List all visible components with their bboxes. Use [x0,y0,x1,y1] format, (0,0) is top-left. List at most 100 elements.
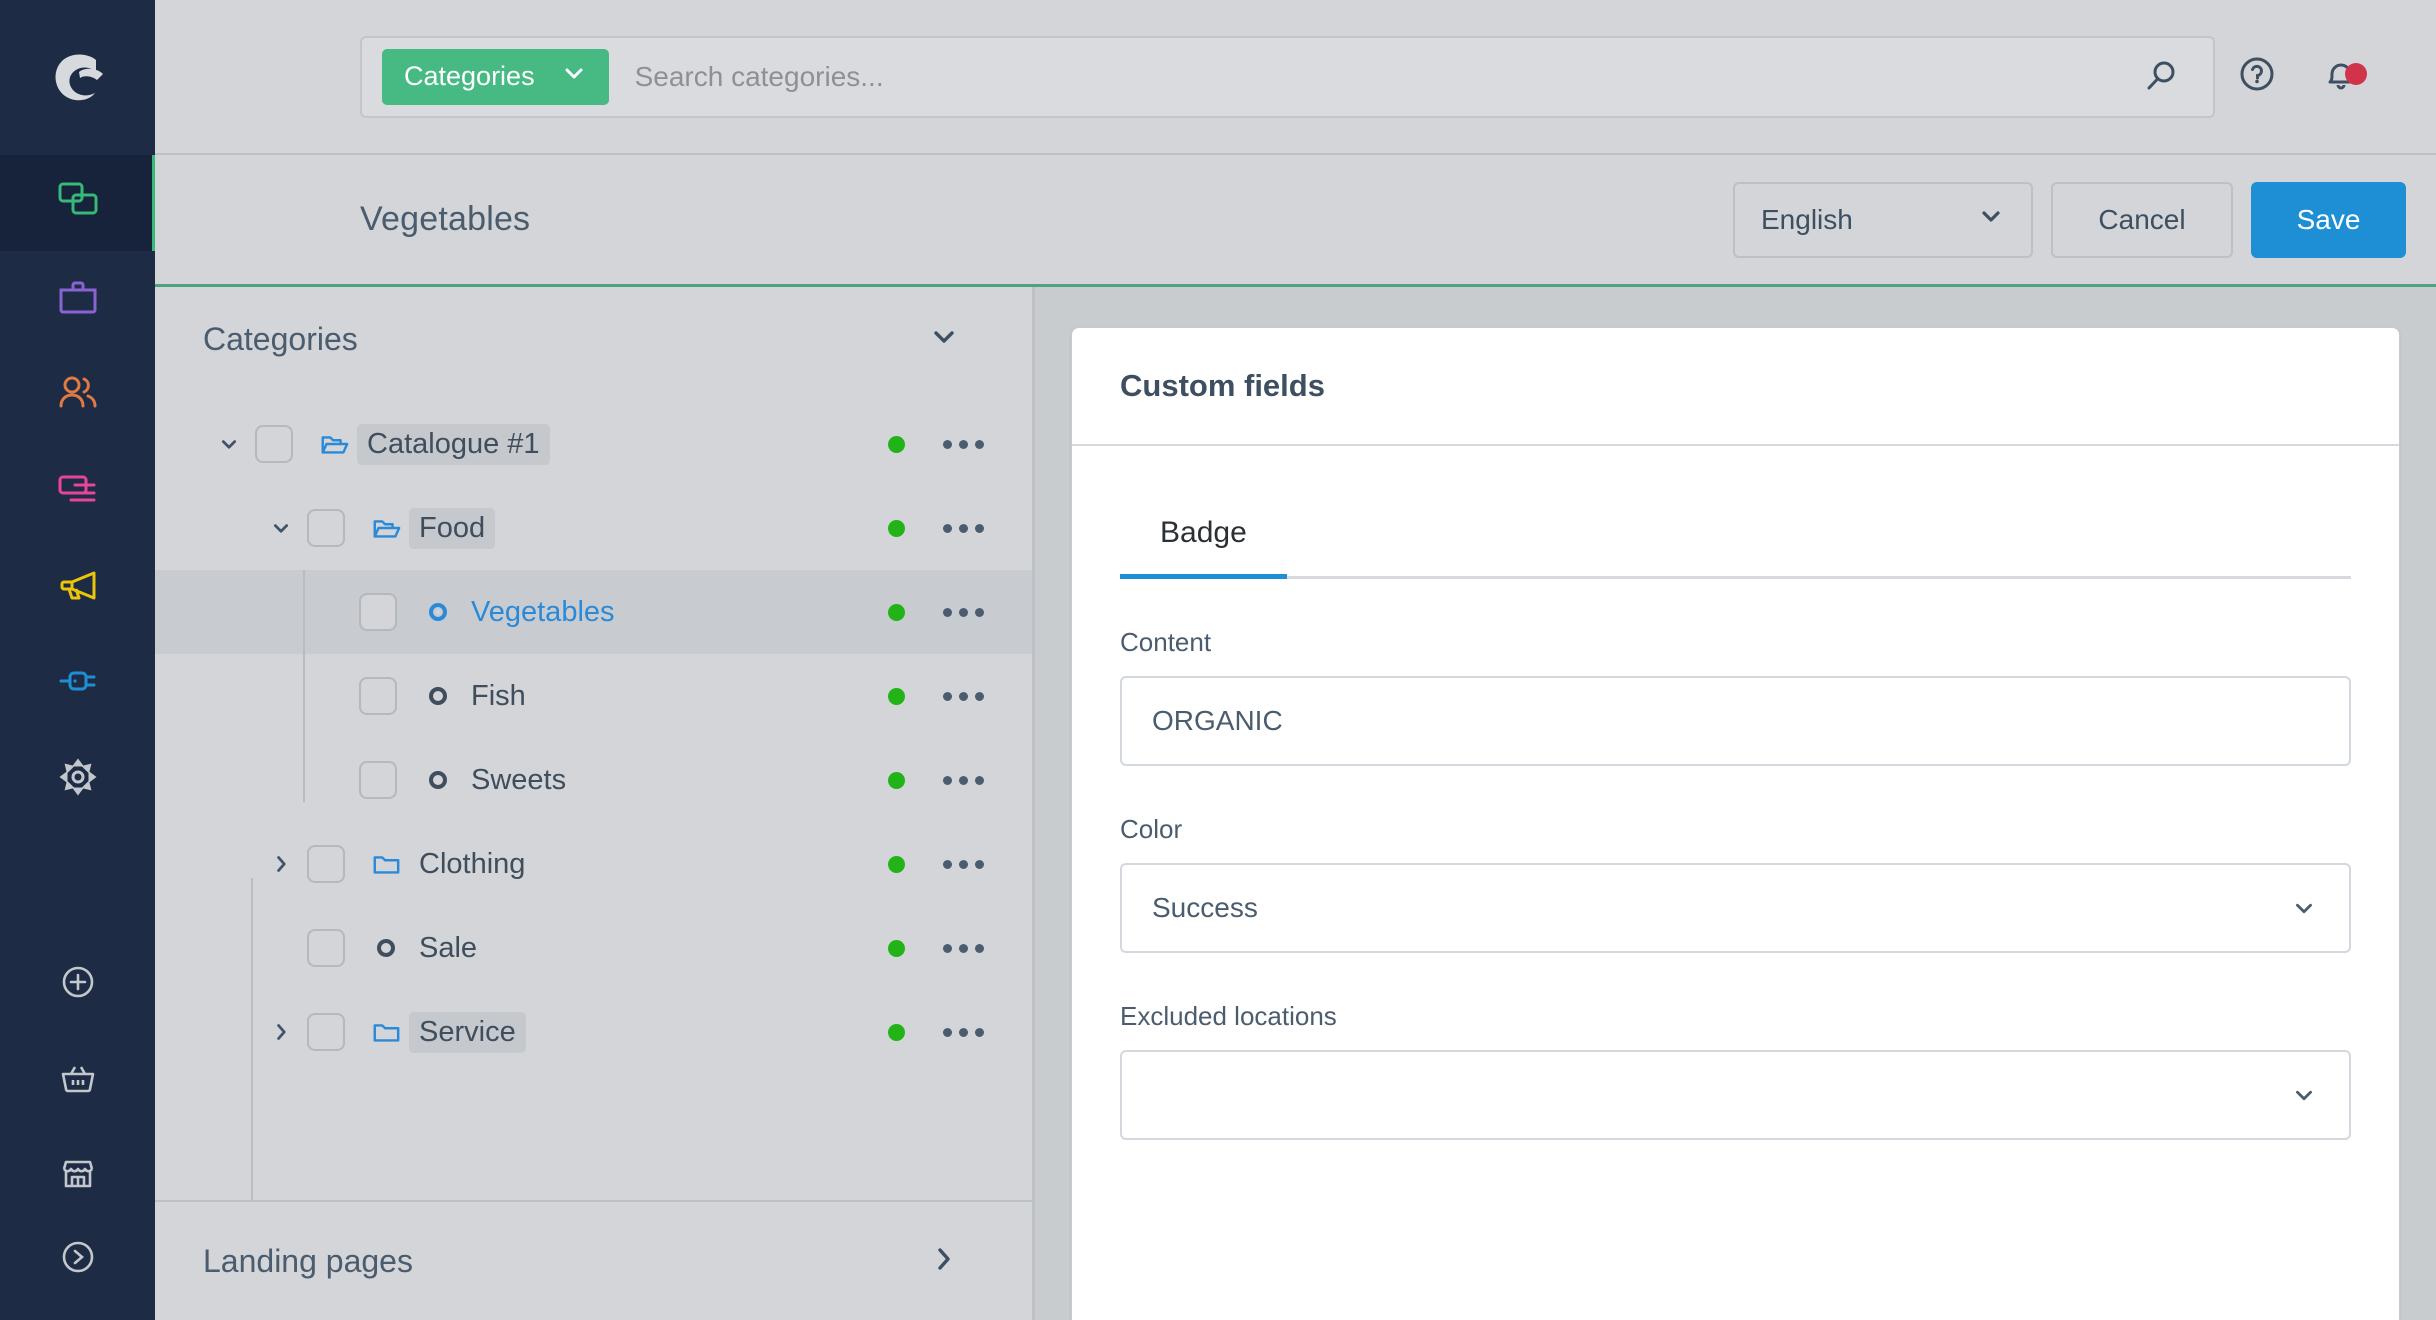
tree-guide-line [303,570,305,802]
sidebar-item-customers[interactable] [0,347,155,443]
tree-row-label[interactable]: Food [409,507,496,549]
global-search-container[interactable]: Categories [360,35,2215,118]
page-header-actions: English Cancel Save [1733,181,2406,258]
more-dots-icon[interactable] [943,859,984,869]
landing-pages-title: Landing pages [203,1242,413,1279]
sidebar-item-basket[interactable] [0,1032,155,1128]
tree-row-checkbox[interactable] [359,761,397,799]
form-field: Content ORGANIC [1120,627,2351,766]
category-tree-title: Categories [203,321,358,357]
search-icon[interactable] [2119,56,2203,98]
tree-row-label[interactable]: Sweets [461,760,576,801]
tree-row-actions [888,687,984,705]
tree-row[interactable]: Food [155,486,1032,570]
form-field: Color Success [1120,814,2351,953]
more-dots-icon[interactable] [943,1027,984,1037]
sidebar-item-add[interactable] [0,936,155,1032]
tree-guide-line [251,878,253,1200]
expand-chevron-right-icon [57,1236,99,1283]
tree-row-actions [888,1023,984,1041]
excluded-locations-select[interactable] [1120,1050,2351,1140]
detail-area: Custom fields Badge Content ORGANIC Color S… [1035,287,2436,1320]
help-button[interactable] [2215,51,2299,102]
shopware-logo-icon[interactable] [0,0,155,155]
search-input[interactable] [608,60,2119,93]
notification-badge-dot [2345,63,2367,85]
more-dots-icon[interactable] [943,943,984,953]
color-select[interactable]: Success [1120,863,2351,953]
language-switch-value: English [1761,203,1853,235]
more-dots-icon[interactable] [943,691,984,701]
chevron-right-icon[interactable] [928,1243,960,1280]
more-dots-icon[interactable] [943,439,984,449]
add-circle-icon [57,961,99,1008]
page-header: Vegetables English Cancel Save [155,155,2436,287]
save-button[interactable]: Save [2251,181,2406,258]
chevron-down-icon[interactable] [255,515,307,541]
field-label: Content [1120,627,1212,657]
cancel-button[interactable]: Cancel [2051,181,2233,258]
search-scope-selector[interactable]: Categories [382,48,609,105]
sidebar-item-extensions[interactable] [0,635,155,731]
sidebar-item-expand[interactable] [0,1224,155,1320]
chevron-down-icon[interactable] [203,431,255,457]
save-button-label: Save [2296,203,2361,235]
sidebar-item-marketing[interactable] [0,539,155,635]
tree-row-label[interactable]: Fish [461,676,536,717]
tree-row[interactable]: Fish [155,654,1032,738]
tree-row-checkbox[interactable] [307,929,345,967]
category-tree-header[interactable]: Categories [155,287,1032,392]
chevron-down-icon [1977,202,2005,237]
tree-row[interactable]: Vegetables [155,570,1032,654]
tree-row[interactable]: Sweets [155,738,1032,822]
tree-row-label[interactable]: Vegetables [461,592,625,633]
sidebar-item-orders[interactable] [0,443,155,539]
shopping-basket-icon [57,1057,99,1104]
top-search-bar: Categories [155,0,2436,155]
tree-row-checkbox[interactable] [359,677,397,715]
more-dots-icon[interactable] [943,607,984,617]
tree-row-checkbox[interactable] [255,425,293,463]
folder-closed-icon [363,1017,409,1047]
tree-row-checkbox[interactable] [307,845,345,883]
content-input[interactable]: ORGANIC [1120,676,2351,766]
language-switch[interactable]: English [1733,181,2033,258]
tree-row[interactable]: Service [155,990,1032,1074]
tree-row-label[interactable]: Catalogue #1 [357,423,550,465]
main-column: Categories Search categories... Vegetabl… [155,0,2436,1320]
tree-row-checkbox[interactable] [307,509,345,547]
status-badge [888,939,905,957]
chevron-down-icon[interactable] [928,321,960,358]
extensions-icon [55,658,101,709]
tree-row-actions [888,939,984,957]
chevron-right-icon[interactable] [255,851,307,877]
tree-row-actions [888,603,984,621]
tree-row[interactable]: Clothing [155,822,1032,906]
tree-row[interactable]: Sale [155,906,1032,990]
tree-row[interactable]: Catalogue #1 [155,402,1032,486]
tree-row-label[interactable]: Sale [409,928,487,969]
sidebar-item-storefront[interactable] [0,1128,155,1224]
sidebar-item-dashboard[interactable] [0,155,155,251]
category-tree-list: Catalogue #1 Food Vegetables Fish Sweets Clot… [155,392,1032,1200]
notifications-button[interactable] [2299,51,2383,102]
chevron-down-icon [2289,893,2319,923]
more-dots-icon[interactable] [943,523,984,533]
page-title: Vegetables [360,200,531,238]
tab-badge[interactable]: Badge [1120,502,1287,579]
tree-row-checkbox[interactable] [359,593,397,631]
orders-icon [55,466,101,517]
tree-row-label[interactable]: Service [409,1011,526,1053]
more-dots-icon[interactable] [943,775,984,785]
catalogues-icon [55,274,101,325]
sidebar-item-settings[interactable] [0,731,155,827]
tree-row-checkbox[interactable] [307,1013,345,1051]
sidebar-item-catalogues[interactable] [0,251,155,347]
landing-pages-section[interactable]: Landing pages [155,1200,1032,1320]
tree-row-label[interactable]: Clothing [409,844,535,885]
chevron-right-icon[interactable] [255,1019,307,1045]
status-badge [888,771,905,789]
select-value: Success [1152,892,1258,923]
custom-fields-card-title: Custom fields [1072,328,2399,446]
storefront-icon [57,1153,99,1200]
